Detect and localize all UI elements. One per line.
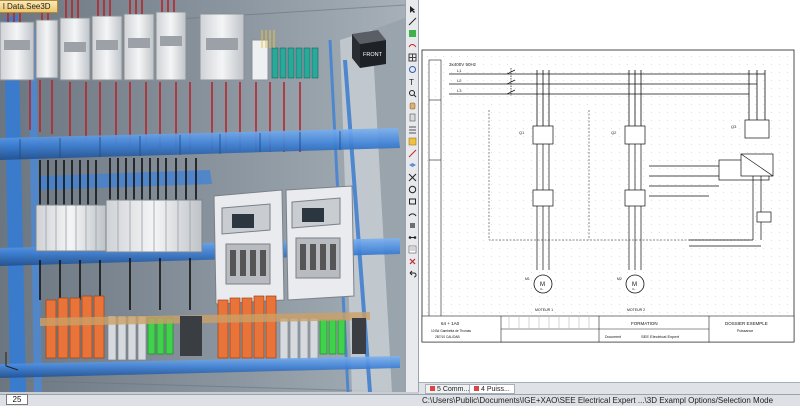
breaker-q1-label: Q1: [519, 130, 525, 135]
sheet-tab-4-label: 4 Puiss...: [481, 386, 510, 393]
title-block-left-line3: 2B7/10 CALIDAB: [435, 335, 460, 339]
layer-icon[interactable]: [408, 161, 417, 170]
arc-tool-icon[interactable]: [408, 209, 417, 218]
3d-cabinet-scene[interactable]: FRONT: [0, 0, 405, 392]
status-file-path: C:\Users\Public\Documents\IGE+XAO\SEE El…: [422, 396, 686, 405]
undo-icon[interactable]: [408, 269, 417, 278]
sheet-tab-4[interactable]: 4 Puiss...: [469, 384, 515, 394]
sheet-tab-5-label: 5 Comm...: [437, 386, 470, 393]
phase-label-l2: L2: [457, 78, 462, 83]
title-block-company: SEE Electrical Expert: [641, 334, 680, 339]
3d-view-pane[interactable]: FRONT l Data.See3D: [0, 0, 405, 392]
sheet-tab-strip: 5 Comm... 4 Puiss...: [419, 382, 800, 394]
breaker-q2-label: Q2: [611, 130, 617, 135]
motor-2-caption: MOTEUR 2: [627, 308, 645, 312]
terminal-icon[interactable]: [408, 113, 417, 122]
rectangle-tool-icon[interactable]: [408, 197, 417, 206]
breaker-q3-label: Q3: [731, 124, 737, 129]
properties-icon[interactable]: [408, 245, 417, 254]
variable-speed-drive-2: [285, 185, 355, 301]
green-component-icon[interactable]: [408, 29, 417, 38]
status-mode: Options/Selection Mode: [688, 396, 774, 405]
title-block-project: DOSSIER EXEMPLE: [725, 321, 768, 326]
grid-icon[interactable]: [408, 53, 417, 62]
view-cube[interactable]: FRONT: [352, 30, 386, 68]
motor-1-caption: MOTEUR 1: [535, 308, 553, 312]
zoom-icon[interactable]: [408, 89, 417, 98]
sheet-icon: [474, 386, 479, 391]
cable-icon[interactable]: [408, 125, 417, 134]
motor-2-tag: M2: [617, 277, 622, 281]
status-text: C:\Users\Public\Documents\IGE+XAO\SEE El…: [422, 395, 773, 406]
title-block-left-line2: 10 Bd Gambetta de Thomas: [431, 329, 471, 333]
title-block-sheet-title: Puissance: [737, 329, 753, 333]
text-tool-icon[interactable]: T: [408, 77, 417, 86]
measure-icon[interactable]: [408, 149, 417, 158]
pan-hand-icon[interactable]: [408, 101, 417, 110]
wire-red-icon[interactable]: [408, 41, 417, 50]
line-draw-icon[interactable]: [408, 17, 417, 26]
variable-speed-drive-1: [213, 189, 285, 305]
schematic-view-pane[interactable]: 3x400V 50Hz L1 L2 L3 Q1 Q2 Q3 M 3~ M 3~ …: [419, 0, 800, 382]
svg-text:T: T: [409, 78, 414, 86]
title-block-doc-label: Document: [605, 335, 621, 339]
title-block-center-title: FORMATION: [631, 321, 658, 326]
phase-label-l3: L3: [457, 88, 462, 93]
motor-1-phases: 3~: [540, 287, 544, 291]
title-block-left-line1: 64 + 1A0: [441, 321, 460, 326]
application-window: FRONT l Data.See3D T 3x400V 50Hz L1 L2 L…: [0, 0, 800, 406]
select-arrow-icon[interactable]: [408, 5, 417, 14]
connect-icon[interactable]: [408, 233, 417, 242]
supply-voltage-label: 3x400V 50Hz: [449, 62, 477, 67]
power-schematic-sheet[interactable]: 3x400V 50Hz L1 L2 L3 Q1 Q2 Q3 M 3~ M 3~ …: [419, 0, 800, 382]
status-bar: C:\Users\Public\Documents\IGE+XAO\SEE El…: [0, 394, 800, 406]
view-cube-front-label: FRONT: [363, 52, 383, 58]
zoom-level-field[interactable]: 25: [6, 394, 28, 405]
sheet-icon: [430, 386, 435, 391]
phase-label-l1: L1: [457, 68, 462, 73]
delete-icon[interactable]: [408, 257, 417, 266]
motor-2-phases: 3~: [632, 287, 636, 291]
circle-tool-icon[interactable]: [408, 185, 417, 194]
document-tab-3d[interactable]: l Data.See3D: [0, 0, 58, 13]
component-insert-icon[interactable]: [408, 221, 417, 230]
symbol-library-icon[interactable]: [408, 137, 417, 146]
terminal-block-row: [35, 199, 203, 253]
rotate-icon[interactable]: [408, 65, 417, 74]
sheet-tab-5[interactable]: 5 Comm...: [425, 384, 475, 394]
cross-reference-icon[interactable]: [408, 173, 417, 182]
motor-1-tag: M1: [525, 277, 530, 281]
vertical-toolbar: T: [405, 0, 419, 392]
